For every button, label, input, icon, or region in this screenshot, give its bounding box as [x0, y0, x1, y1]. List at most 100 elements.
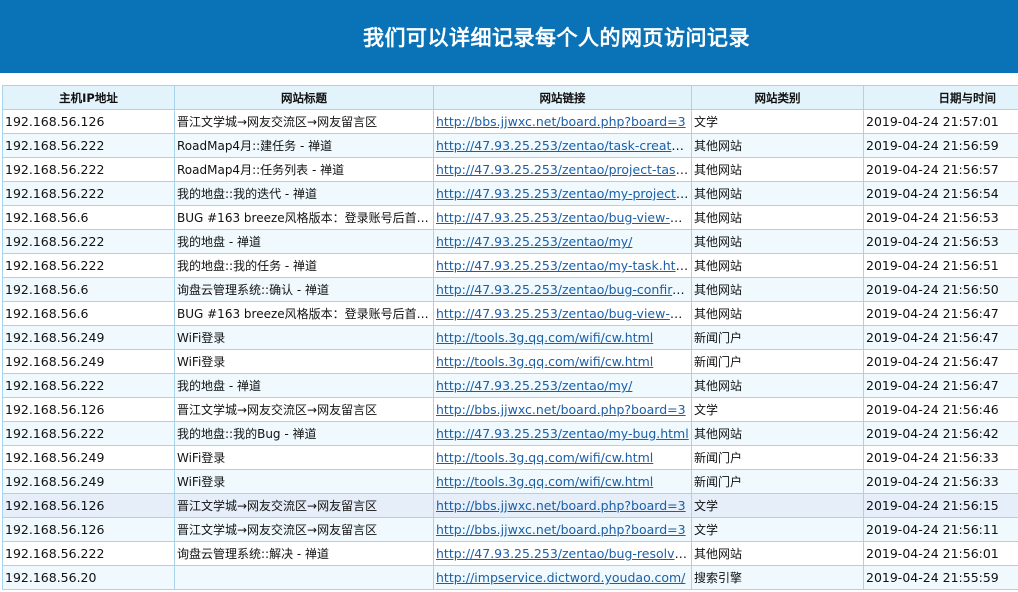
table-row: 192.168.56.222 我的地盘::我的任务 - 禅道 http://47.9…: [2, 253, 1018, 278]
cell-category: 文学: [691, 493, 864, 518]
cell-category: 其他网站: [691, 133, 864, 158]
url-link[interactable]: http://bbs.jjwxc.net/board.php?board=3: [436, 402, 686, 417]
cell-category: 文学: [691, 397, 864, 422]
cell-ip: 192.168.56.222: [2, 373, 175, 398]
cell-category: 其他网站: [691, 421, 864, 446]
cell-url: http://bbs.jjwxc.net/board.php?board=3: [433, 517, 692, 542]
url-link[interactable]: http://47.93.25.253/zentao/task-create-1…: [436, 138, 691, 153]
cell-title: 询盘云管理系统::确认 - 禅道: [174, 277, 434, 302]
cell-title: RoadMap4月::建任务 - 禅道: [174, 133, 434, 158]
column-header-title: 网站标题: [174, 85, 434, 110]
url-link[interactable]: http://bbs.jjwxc.net/board.php?board=3: [436, 114, 686, 129]
cell-url: http://47.93.25.253/zentao/bug-confirmBu…: [433, 277, 692, 302]
column-header-category: 网站类别: [691, 85, 864, 110]
cell-url: http://bbs.jjwxc.net/board.php?board=3: [433, 397, 692, 422]
url-link[interactable]: http://bbs.jjwxc.net/board.php?board=3: [436, 522, 686, 537]
page-header: 我们可以详细记录每个人的网页访问记录: [0, 0, 1018, 73]
table-body: 192.168.56.126 晋江文学城→网友交流区→网友留言区 http://bb…: [2, 109, 1018, 590]
cell-time: 2019-04-24 21:56:42: [863, 421, 1018, 446]
url-link[interactable]: http://tools.3g.qq.com/wifi/cw.html: [436, 354, 653, 369]
cell-time: 2019-04-24 21:56:50: [863, 277, 1018, 302]
cell-url: http://47.93.25.253/zentao/my/: [433, 229, 692, 254]
table-row: 192.168.56.6BUG #163 breeze风格版本：登录账号后首页显…: [2, 301, 1018, 326]
cell-title: 询盘云管理系统::解决 - 禅道: [174, 541, 434, 566]
url-link[interactable]: http://47.93.25.253/zentao/project-task-…: [436, 162, 691, 177]
table-row: 192.168.56.222 我的地盘::我的迭代 - 禅道 http://47.9…: [2, 181, 1018, 206]
cell-ip: 192.168.56.6: [2, 277, 175, 302]
url-link[interactable]: http://47.93.25.253/zentao/my-task.html: [436, 258, 691, 273]
cell-url: http://47.93.25.253/zentao/my/: [433, 373, 692, 398]
cell-title: 我的地盘 - 禅道: [174, 229, 434, 254]
url-link[interactable]: http://bbs.jjwxc.net/board.php?board=3: [436, 498, 686, 513]
cell-time: 2019-04-24 21:55:59: [863, 565, 1018, 590]
cell-url: http://bbs.jjwxc.net/board.php?board=3: [433, 493, 692, 518]
visit-log-table: 主机IP地址 网站标题 网站链接 网站类别 日期与时间 192.168.56.1…: [2, 85, 1018, 590]
cell-url: http://47.93.25.253/zentao/my-project.ht…: [433, 181, 692, 206]
cell-title: RoadMap4月::任务列表 - 禅道: [174, 157, 434, 182]
url-link[interactable]: http://47.93.25.253/zentao/bug-view-163.…: [436, 306, 691, 321]
url-link[interactable]: http://impservice.dictword.youdao.com/: [436, 570, 685, 585]
cell-ip: 192.168.56.126: [2, 397, 175, 422]
cell-time: 2019-04-24 21:56:15: [863, 493, 1018, 518]
cell-ip: 192.168.56.249: [2, 445, 175, 470]
cell-url: http://47.93.25.253/zentao/project-task-…: [433, 157, 692, 182]
cell-url: http://tools.3g.qq.com/wifi/cw.html: [433, 445, 692, 470]
cell-time: 2019-04-24 21:56:01: [863, 541, 1018, 566]
cell-title: WiFi登录: [174, 445, 434, 470]
cell-url: http://47.93.25.253/zentao/my-task.html: [433, 253, 692, 278]
cell-url: http://47.93.25.253/zentao/my-bug.html: [433, 421, 692, 446]
url-link[interactable]: http://47.93.25.253/zentao/my/: [436, 378, 632, 393]
url-link[interactable]: http://47.93.25.253/zentao/my/: [436, 234, 632, 249]
cell-url: http://tools.3g.qq.com/wifi/cw.html: [433, 469, 692, 494]
column-header-url: 网站链接: [433, 85, 692, 110]
cell-category: 新闻门户: [691, 325, 864, 350]
table-row: 192.168.56.126 晋江文学城→网友交流区→网友留言区 http://bb…: [2, 397, 1018, 422]
cell-url: http://impservice.dictword.youdao.com/: [433, 565, 692, 590]
cell-category: 其他网站: [691, 301, 864, 326]
cell-ip: 192.168.56.126: [2, 109, 175, 134]
cell-title: 晋江文学城→网友交流区→网友留言区: [174, 109, 434, 134]
cell-category: 其他网站: [691, 253, 864, 278]
cell-url: http://47.93.25.253/zentao/task-create-1…: [433, 133, 692, 158]
cell-time: 2019-04-24 21:56:46: [863, 397, 1018, 422]
cell-category: 文学: [691, 109, 864, 134]
cell-category: 其他网站: [691, 541, 864, 566]
table-row: 192.168.56.249 WiFi登录 http://tools.3g.qq.c…: [2, 325, 1018, 350]
cell-category: 其他网站: [691, 157, 864, 182]
cell-time: 2019-04-24 21:56:47: [863, 301, 1018, 326]
cell-url: http://tools.3g.qq.com/wifi/cw.html: [433, 325, 692, 350]
url-link[interactable]: http://47.93.25.253/zentao/my-project.ht…: [436, 186, 691, 201]
cell-time: 2019-04-24 21:56:59: [863, 133, 1018, 158]
url-link[interactable]: http://tools.3g.qq.com/wifi/cw.html: [436, 330, 653, 345]
cell-ip: 192.168.56.126: [2, 493, 175, 518]
cell-time: 2019-04-24 21:56:47: [863, 325, 1018, 350]
cell-time: 2019-04-24 21:56:11: [863, 517, 1018, 542]
cell-time: 2019-04-24 21:56:47: [863, 373, 1018, 398]
cell-time: 2019-04-24 21:56:57: [863, 157, 1018, 182]
url-link[interactable]: http://47.93.25.253/zentao/bug-confirmBu…: [436, 282, 691, 297]
cell-ip: 192.168.56.222: [2, 133, 175, 158]
cell-title: WiFi登录: [174, 325, 434, 350]
cell-title: BUG #163 breeze风格版本：登录账号后首页显示异常: [174, 301, 434, 326]
cell-title: [174, 565, 434, 590]
cell-ip: 192.168.56.249: [2, 349, 175, 374]
url-link[interactable]: http://tools.3g.qq.com/wifi/cw.html: [436, 450, 653, 465]
table-header-row: 主机IP地址 网站标题 网站链接 网站类别 日期与时间: [2, 85, 1018, 110]
cell-ip: 192.168.56.20: [2, 565, 175, 590]
url-link[interactable]: http://47.93.25.253/zentao/bug-resolve-1…: [436, 546, 691, 561]
table-row: 192.168.56.222 我的地盘::我的Bug - 禅道 http://47.…: [2, 421, 1018, 446]
url-link[interactable]: http://47.93.25.253/zentao/my-bug.html: [436, 426, 689, 441]
cell-title: 我的地盘::我的迭代 - 禅道: [174, 181, 434, 206]
url-link[interactable]: http://tools.3g.qq.com/wifi/cw.html: [436, 474, 653, 489]
table-row: 192.168.56.249 WiFi登录 http://tools.3g.qq.c…: [2, 445, 1018, 470]
url-link[interactable]: http://47.93.25.253/zentao/bug-view-163.…: [436, 210, 691, 225]
table-row: 192.168.56.222 我的地盘 - 禅道 http://47.93.25.2…: [2, 229, 1018, 254]
table-row: 192.168.56.126 晋江文学城→网友交流区→网友留言区 http://bb…: [2, 493, 1018, 518]
column-header-time: 日期与时间: [863, 85, 1018, 110]
cell-category: 新闻门户: [691, 445, 864, 470]
cell-category: 其他网站: [691, 181, 864, 206]
cell-url: http://bbs.jjwxc.net/board.php?board=3: [433, 109, 692, 134]
cell-category: 新闻门户: [691, 469, 864, 494]
cell-time: 2019-04-24 21:56:33: [863, 445, 1018, 470]
cell-time: 2019-04-24 21:56:47: [863, 349, 1018, 374]
